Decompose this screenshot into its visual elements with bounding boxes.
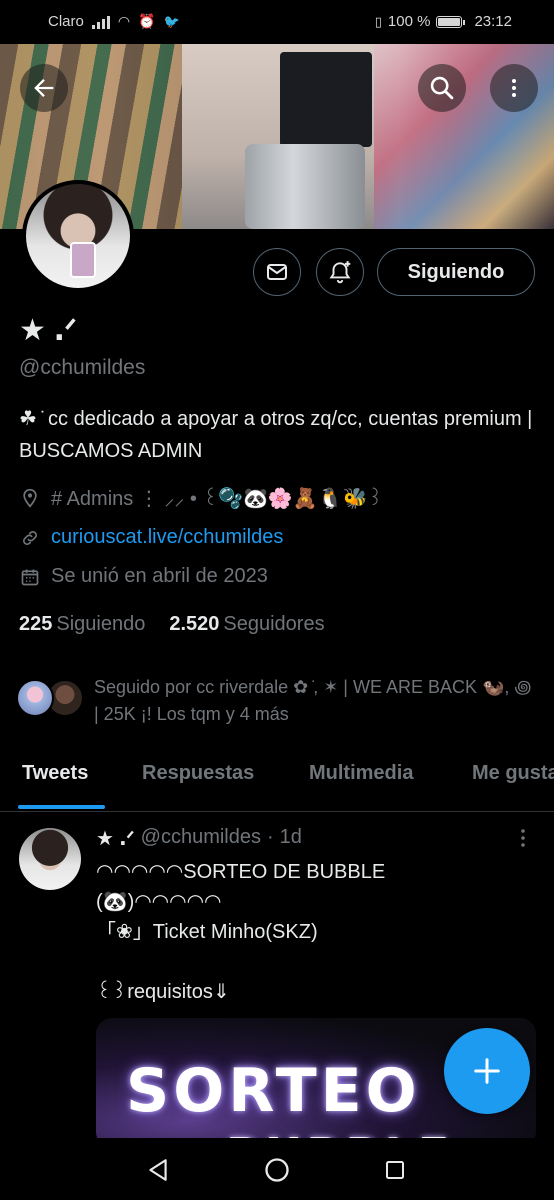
tweet-text: ◠◠◠◠◠SORTEO DE BUBBLE (🐼)◠◠◠◠◠ 「❀」Ticket… <box>96 861 386 1003</box>
back-button[interactable] <box>20 64 68 112</box>
arrow-left-icon <box>34 79 54 97</box>
media-title-text: SORTEO <box>126 1056 421 1126</box>
profile-link-row: curiouscat.live/cchumildes <box>19 526 283 549</box>
followed-by-text[interactable]: Seguido por cc riverdale ✿ ̇, ✶ | WE ARE… <box>94 674 534 728</box>
battery-icon <box>436 15 466 28</box>
square-recents-icon <box>386 1161 404 1179</box>
vibrate-icon: ▯ <box>374 13 382 29</box>
battery-percent: 100 % <box>387 13 431 30</box>
tweet-time[interactable]: 1d <box>280 826 302 851</box>
profile-location-row: # Admins ⋮ ⸝⸝ • ꒰🫧🐼🌸🧸🐧🐝꒱ <box>19 484 383 511</box>
plus-icon <box>474 1058 500 1084</box>
avatar <box>16 679 54 717</box>
circle-home-icon <box>265 1158 289 1182</box>
followers-count-link[interactable]: 2.520 Seguidores <box>169 613 324 636</box>
tab-replies[interactable]: Respuestas <box>142 762 254 785</box>
tweet-header: ★ ․ᐟ @cchumildes · 1d <box>96 826 302 851</box>
envelope-icon <box>267 264 287 280</box>
bell-plus-icon <box>329 261 351 284</box>
triangle-back-icon <box>149 1159 167 1181</box>
profile-joined: Se unió en abril de 2023 <box>51 565 268 587</box>
link-icon <box>19 527 41 549</box>
followers-count: 2.520 <box>169 613 220 635</box>
carrier-label: Claro <box>48 13 84 30</box>
profile-location: # Admins ⋮ ⸝⸝ • ꒰🫧🐼🌸🧸🐧🐝꒱ <box>51 488 384 510</box>
profile-avatar[interactable] <box>22 180 134 292</box>
banner-suitcase <box>245 144 365 229</box>
message-button[interactable] <box>253 248 301 296</box>
nav-recents-button[interactable] <box>381 1156 409 1184</box>
more-vertical-icon <box>512 79 516 97</box>
following-label: Siguiendo <box>56 613 146 635</box>
nav-home-button[interactable] <box>263 1156 291 1184</box>
profile-name: ★ ․ᐟ <box>19 314 77 347</box>
compose-tweet-button[interactable] <box>444 1028 530 1114</box>
follow-counts: 225 Siguiendo 2.520 Seguidores <box>19 613 325 636</box>
system-navigation-bar <box>0 1138 554 1200</box>
banner-tote-bag <box>280 52 372 147</box>
nav-back-button[interactable] <box>144 1156 172 1184</box>
clock-time: 23:12 <box>474 13 512 30</box>
followers-label: Seguidores <box>223 613 325 635</box>
search-button[interactable] <box>418 64 466 112</box>
following-button[interactable]: Siguiendo <box>377 248 535 296</box>
tweet-author-name[interactable]: ★ ․ᐟ <box>96 826 135 851</box>
tweet-more-button[interactable] <box>513 826 533 855</box>
avatar-image <box>26 184 130 288</box>
search-icon <box>430 76 454 100</box>
status-bar: Claro ◠ ⏰ 🐦 ▯ 100 % 23:12 <box>0 0 554 44</box>
profile-handle: @cchumildes <box>19 356 146 379</box>
wifi-icon: ◠ <box>117 13 131 29</box>
location-pin-icon <box>19 487 41 509</box>
tab-tweets[interactable]: Tweets <box>22 762 88 785</box>
twitter-bird-icon: 🐦 <box>163 13 180 29</box>
more-vertical-icon <box>521 829 525 847</box>
alarm-icon: ⏰ <box>138 13 156 29</box>
tab-media[interactable]: Multimedia <box>309 762 413 785</box>
profile-bio: ☘︎ ̇ cc dedicado a apoyar a otros zq/cc,… <box>19 408 533 462</box>
notifications-button[interactable] <box>316 248 364 296</box>
signal-icon <box>91 15 110 29</box>
calendar-icon <box>19 566 41 588</box>
profile-link[interactable]: curiouscat.live/cchumildes <box>51 526 283 549</box>
profile-tabs: Tweets Respuestas Multimedia Me gusta <box>0 748 554 812</box>
following-count-link[interactable]: 225 Siguiendo <box>19 613 145 636</box>
tweet-separator: · <box>267 826 274 848</box>
profile-joined-row: Se unió en abril de 2023 <box>19 565 268 588</box>
tab-likes[interactable]: Me gusta <box>472 762 554 785</box>
tweet-author-handle[interactable]: @cchumildes <box>141 826 261 851</box>
following-count: 225 <box>19 613 53 635</box>
more-options-button[interactable] <box>490 64 538 112</box>
active-tab-indicator <box>18 805 105 809</box>
avatar[interactable] <box>19 828 81 890</box>
